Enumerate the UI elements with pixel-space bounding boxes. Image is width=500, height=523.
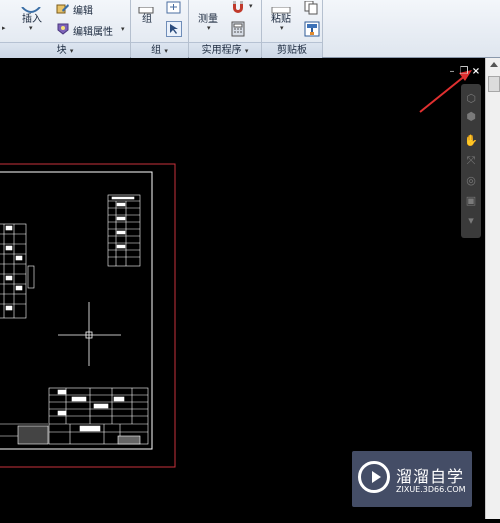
watermark-url: ZIXUE.3D66.COM <box>396 485 466 494</box>
watermark-title: 溜溜自学 <box>396 467 465 486</box>
edit-attributes-button[interactable]: 编辑属性 <box>73 23 113 38</box>
copy-icon[interactable] <box>304 0 320 15</box>
drawing-content <box>0 70 472 468</box>
measure-button[interactable]: 测量 <box>198 10 218 25</box>
pan-icon[interactable]: ✋ <box>464 134 478 148</box>
clipboard-panel-title-label: 剪贴板 <box>277 45 307 56</box>
utilities-panel-title[interactable]: 实用程序 ▾ <box>189 42 261 58</box>
group-edit-icon[interactable] <box>166 0 182 14</box>
calculator-icon[interactable] <box>230 21 246 37</box>
scroll-thumb[interactable] <box>488 76 500 92</box>
restore-document-button[interactable]: ❐ <box>459 66 469 77</box>
insert-dropdown-arrow[interactable]: ▾ <box>29 24 33 32</box>
edit-attributes-icon[interactable] <box>56 21 70 35</box>
divider <box>322 0 323 57</box>
ribbon: 插入 ▾ ▸ 编辑 编辑属性 ▾ 块 ▾ 组 组 ▾ 测量 ▾ ▾ 实用程序 ▾ <box>0 0 500 58</box>
drawing-frame <box>0 171 153 450</box>
view-cube-icon[interactable]: ⬢ <box>464 110 478 124</box>
left-dropdown-arrow[interactable]: ▸ <box>2 24 6 32</box>
utilities-panel-title-label: 实用程序 <box>201 45 242 56</box>
vertical-scrollbar[interactable] <box>485 58 500 519</box>
group-icon[interactable] <box>138 0 154 14</box>
quick-select-icon[interactable] <box>230 0 246 14</box>
close-document-button[interactable]: × <box>471 66 481 77</box>
measure-dropdown-arrow[interactable]: ▾ <box>207 24 211 32</box>
bottom-left-block <box>0 423 49 445</box>
scroll-up-arrow-icon[interactable] <box>490 62 498 67</box>
edit-attributes-dropdown-arrow[interactable]: ▾ <box>121 25 125 33</box>
orbit-icon[interactable]: ◎ <box>464 174 478 188</box>
edit-block-icon[interactable] <box>56 1 70 15</box>
zoom-extents-icon[interactable]: ⤧ <box>464 154 478 168</box>
title-block <box>48 387 149 445</box>
navbar-settings-icon[interactable]: ▾ <box>464 214 478 228</box>
document-window-controls: – ❐ × <box>447 66 483 77</box>
play-icon <box>372 471 381 483</box>
info-table <box>107 194 141 267</box>
watermark-logo-icon <box>358 461 390 493</box>
left-table <box>0 223 35 319</box>
match-properties-icon[interactable] <box>304 21 320 37</box>
edit-button[interactable]: 编辑 <box>73 2 93 17</box>
quick-select-dropdown-arrow[interactable]: ▾ <box>249 2 253 10</box>
block-panel-title[interactable]: 块 ▾ <box>0 42 130 58</box>
group-selection-icon[interactable] <box>166 21 182 37</box>
crosshair-cursor <box>58 302 121 366</box>
block-panel-title-label: 块 <box>56 45 67 56</box>
insert-button[interactable]: 插入 <box>22 10 42 25</box>
group-panel-title[interactable]: 组 ▾ <box>131 42 188 58</box>
minimize-document-button[interactable]: – <box>447 66 457 77</box>
paste-button[interactable]: 粘贴 <box>271 10 291 25</box>
show-motion-icon[interactable]: ▣ <box>464 194 478 208</box>
group-button[interactable]: 组 <box>142 10 152 25</box>
drawing-canvas[interactable] <box>0 58 485 519</box>
paste-dropdown-arrow[interactable]: ▾ <box>280 24 284 32</box>
paste-icon[interactable] <box>270 0 292 14</box>
group-panel-title-label: 组 <box>151 45 162 56</box>
navigation-bar: ⬡ ⬢ ✋ ⤧ ◎ ▣ ▾ <box>461 84 481 238</box>
clipboard-panel-title[interactable]: 剪贴板 <box>262 42 322 58</box>
insert-block-icon[interactable] <box>20 0 42 13</box>
watermark: 溜溜自学 ZIXUE.3D66.COM <box>352 451 472 507</box>
steering-wheel-icon[interactable]: ⬡ <box>464 92 478 106</box>
